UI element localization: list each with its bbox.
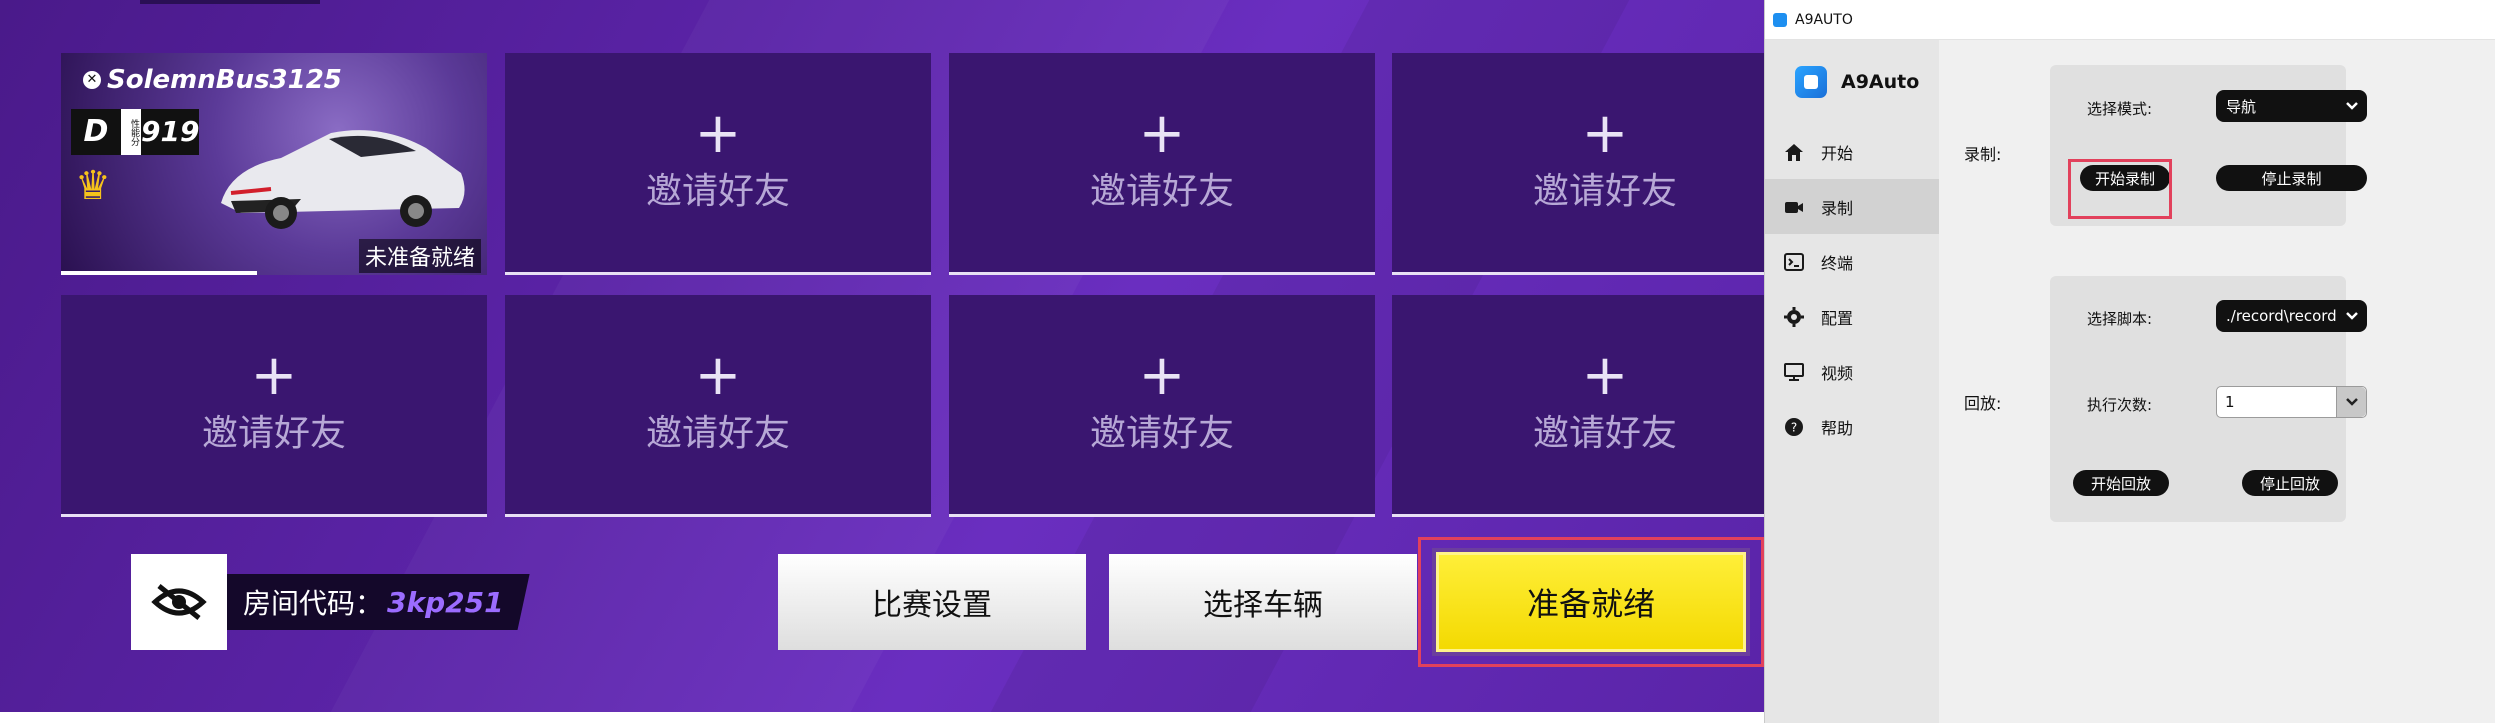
script-select[interactable]: ./record\record: [2216, 300, 2367, 332]
rating-label: 性能分: [121, 109, 141, 155]
sidebar-item-video[interactable]: 视频: [1765, 344, 1939, 399]
app-icon: [1773, 12, 1787, 27]
hide-code-toggle[interactable]: [131, 554, 227, 650]
record-panel: 选择模式: 导航 开始录制 停止录制: [2050, 65, 2367, 226]
invite-friend-slot[interactable]: + 邀请好友: [949, 295, 1375, 517]
invite-friend-slot[interactable]: + 邀请好友: [505, 53, 931, 275]
chevron-down-icon[interactable]: [2336, 387, 2366, 417]
invite-friend-slot[interactable]: + 邀请好友: [505, 295, 931, 517]
sidebar: A9Auto 开始 录制 终端 配置 视频 ? 帮助: [1765, 40, 1939, 723]
runs-spinbox[interactable]: 1: [2216, 386, 2367, 418]
runs-value: 1: [2225, 393, 2235, 411]
terminal-icon: [1781, 249, 1807, 275]
invite-friend-label: 邀请好友: [1532, 412, 1677, 454]
window-title: A9AUTO: [1795, 11, 1853, 28]
stop-record-button[interactable]: 停止录制: [2216, 165, 2367, 191]
race-settings-button[interactable]: 比赛设置: [778, 554, 1086, 650]
gear-icon: [1781, 304, 1807, 330]
ready-button[interactable]: 准备就绪: [1432, 548, 1750, 656]
main-content: 录制: 选择模式: 导航 开始录制 停止录制 回放: 选择脚本: ./recor…: [1939, 40, 2495, 723]
sidebar-item-config[interactable]: 配置: [1765, 289, 1939, 344]
game-bottom-edge: [0, 712, 1764, 723]
plus-icon: +: [250, 342, 298, 408]
rating-score: 919: [141, 109, 199, 155]
top-accent-bar: [140, 0, 320, 4]
invite-friend-slot[interactable]: + 邀请好友: [949, 53, 1375, 275]
sidebar-item-label: 终端: [1821, 253, 1854, 273]
script-select-value: ./record\record: [2226, 307, 2337, 325]
car-image: [221, 130, 465, 229]
xbox-icon: ✕: [83, 71, 101, 89]
plus-icon: +: [1581, 342, 1629, 408]
plus-icon: +: [1581, 100, 1629, 166]
invite-friend-label: 邀请好友: [645, 412, 790, 454]
stop-playback-button[interactable]: 停止回放: [2242, 470, 2338, 496]
brand: A9Auto: [1765, 40, 1939, 124]
gamertag-text: SolemnBus3125: [107, 65, 342, 95]
start-record-highlight: [2068, 159, 2172, 219]
mode-select-value: 导航: [2226, 97, 2257, 116]
eye-slash-icon: [151, 584, 207, 620]
window-titlebar[interactable]: A9AUTO: [1765, 0, 2495, 40]
select-vehicle-button[interactable]: 选择车辆: [1109, 554, 1417, 650]
brand-name: A9Auto: [1841, 71, 1920, 93]
player-ready-status: 未准备就绪: [358, 239, 481, 273]
invite-friend-slot[interactable]: + 邀请好友: [1392, 295, 1764, 517]
player-gamertag: ✕ SolemnBus3125: [83, 65, 342, 95]
invite-friend-label: 邀请好友: [1089, 170, 1234, 212]
performance-rank: D 性能分 919: [71, 109, 199, 155]
sidebar-item-terminal[interactable]: 终端: [1765, 234, 1939, 289]
invite-friend-label: 邀请好友: [1089, 412, 1234, 454]
plus-icon: +: [694, 342, 742, 408]
mode-select[interactable]: 导航: [2216, 90, 2367, 122]
sidebar-item-label: 开始: [1821, 143, 1854, 163]
sidebar-item-label: 帮助: [1821, 418, 1854, 438]
help-icon: ?: [1781, 414, 1807, 440]
svg-text:?: ?: [1791, 420, 1797, 434]
plus-icon: +: [694, 100, 742, 166]
sidebar-item-record[interactable]: 录制: [1765, 179, 1939, 234]
invite-friend-label: 邀请好友: [1532, 170, 1677, 212]
runs-label: 执行次数:: [2087, 396, 2153, 414]
record-section-label: 录制:: [1964, 145, 2002, 164]
room-code-value: 3kp251: [387, 585, 504, 619]
home-icon: [1781, 139, 1807, 165]
playback-section-label: 回放:: [1964, 394, 2002, 413]
sidebar-item-label: 视频: [1821, 363, 1854, 383]
room-code: 房间代码： 3kp251: [131, 554, 530, 650]
app-logo-icon: [1795, 66, 1827, 98]
player-progress-bar: [61, 271, 257, 275]
sidebar-item-label: 录制: [1821, 198, 1854, 218]
invite-friend-label: 邀请好友: [201, 412, 346, 454]
plus-icon: +: [1138, 100, 1186, 166]
host-crown-icon: ♛: [75, 163, 111, 209]
room-code-box: 房间代码： 3kp251: [227, 574, 530, 630]
invite-friend-slot[interactable]: + 邀请好友: [61, 295, 487, 517]
plus-icon: +: [1138, 342, 1186, 408]
invite-friend-slot[interactable]: + 邀请好友: [1392, 53, 1764, 275]
monitor-icon: [1781, 359, 1807, 385]
sidebar-item-start[interactable]: 开始: [1765, 124, 1939, 179]
playback-panel: 选择脚本: ./record\record 执行次数: 1 开始回放 停止回放: [2050, 276, 2367, 522]
sidebar-item-label: 配置: [1821, 308, 1854, 328]
player-card[interactable]: ✕ SolemnBus3125 D 性能分 919 ♛ 未准备就绪: [61, 53, 487, 275]
sidebar-item-help[interactable]: ? 帮助: [1765, 399, 1939, 454]
game-lobby: ✕ SolemnBus3125 D 性能分 919 ♛ 未准备就绪 + 邀请好友…: [0, 0, 1764, 712]
start-playback-button[interactable]: 开始回放: [2073, 470, 2169, 496]
invite-friend-label: 邀请好友: [645, 170, 790, 212]
room-code-label: 房间代码：: [243, 587, 384, 620]
car-class: D: [71, 109, 121, 155]
chevron-down-icon: [2345, 300, 2359, 332]
a9auto-window: A9AUTO A9Auto 开始 录制 终端 配置 视频 ? 帮助 录制: 选择…: [1764, 0, 2495, 723]
script-label: 选择脚本:: [2087, 310, 2153, 328]
mode-label: 选择模式:: [2087, 100, 2153, 118]
video-camera-icon: [1781, 194, 1807, 220]
chevron-down-icon: [2345, 90, 2359, 122]
